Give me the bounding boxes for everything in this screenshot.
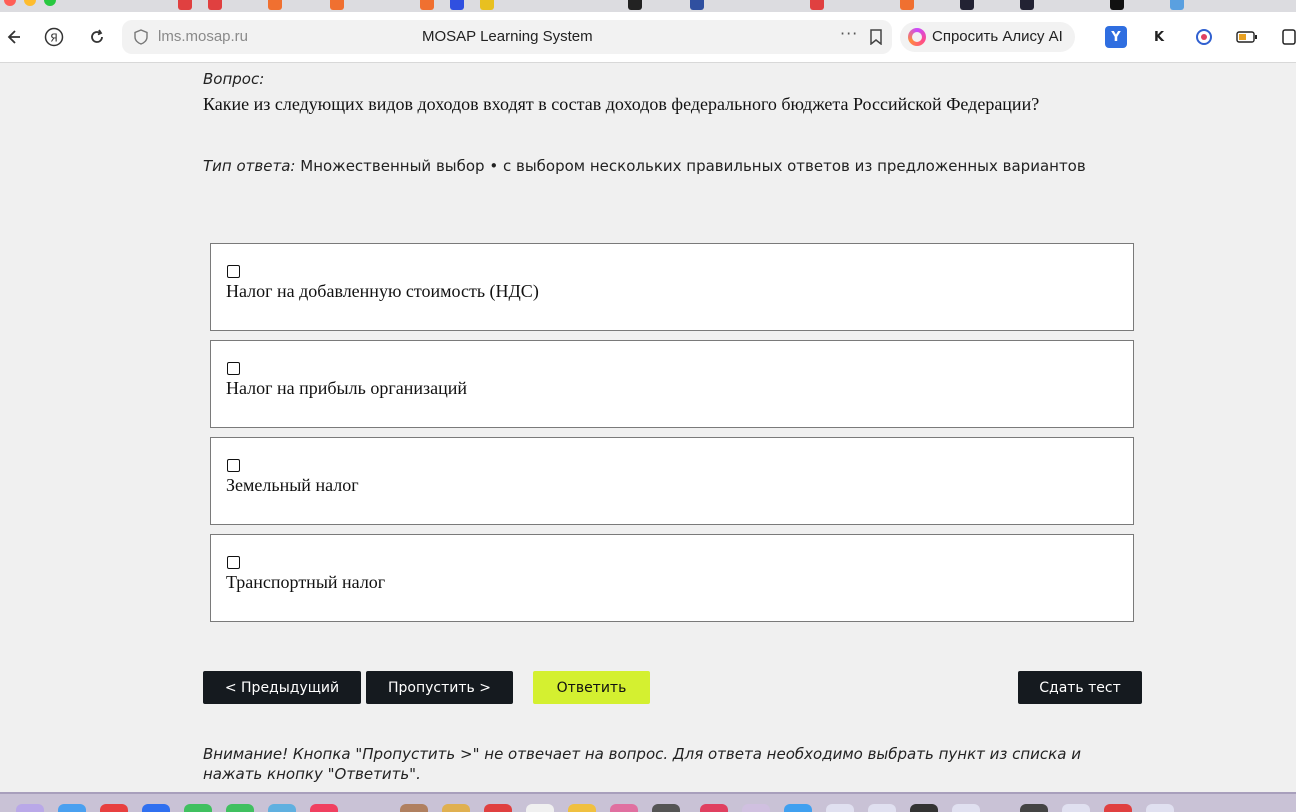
previous-button[interactable]: < Предыдущий [203, 671, 361, 704]
dock-app-icon[interactable] [526, 804, 554, 812]
dock-app-icon[interactable] [610, 804, 638, 812]
more-icon[interactable]: ··· [840, 24, 858, 43]
answer-type-label: Тип ответа: [203, 157, 296, 175]
extension-icon[interactable]: Y [1105, 26, 1127, 48]
alice-label: Спросить Алису AI [932, 28, 1063, 45]
browser-toolbar: Я lms.mosap.ru MOSAP Learning System ···… [0, 12, 1296, 63]
dock-app-icon[interactable] [910, 804, 938, 812]
dock-app-icon[interactable] [700, 804, 728, 812]
answer-button[interactable]: Ответить [533, 671, 650, 704]
answer-option-label: Транспортный налог [226, 572, 386, 592]
tab-favicon-icon[interactable] [178, 0, 192, 10]
tab-favicon-icon[interactable] [900, 0, 914, 10]
close-window-icon[interactable] [4, 0, 16, 6]
page-title: MOSAP Learning System [422, 28, 593, 45]
dock-app-icon[interactable] [400, 804, 428, 812]
question-label: Вопрос: [203, 70, 265, 88]
answer-option-label: Земельный налог [226, 475, 359, 495]
answer-option[interactable]: Налог на добавленную стоимость (НДС) [210, 243, 1134, 331]
svg-text:Я: Я [50, 32, 58, 45]
dock-app-icon[interactable] [1146, 804, 1174, 812]
tab-favicon-icon[interactable] [1110, 0, 1124, 10]
dock-app-icon[interactable] [868, 804, 896, 812]
dock-app-icon[interactable] [484, 804, 512, 812]
checkbox[interactable] [227, 265, 240, 278]
tab-favicon-icon[interactable] [1020, 0, 1034, 10]
question-text: Какие из следующих видов доходов входят … [203, 94, 1040, 114]
answer-option[interactable]: Налог на прибыль организаций [210, 340, 1134, 428]
dock-app-icon[interactable] [826, 804, 854, 812]
submit-test-button[interactable]: Сдать тест [1018, 671, 1142, 704]
minimize-window-icon[interactable] [24, 0, 36, 6]
tab-favicon-icon[interactable] [810, 0, 824, 10]
dock-app-icon[interactable] [100, 804, 128, 812]
tab-favicon-icon[interactable] [960, 0, 974, 10]
tab-favicon-icon[interactable] [330, 0, 344, 10]
dock-app-icon[interactable] [226, 804, 254, 812]
back-arrow-icon[interactable] [0, 24, 26, 50]
answer-option-label: Налог на добавленную стоимость (НДС) [226, 281, 539, 301]
tab-favicon-icon[interactable] [690, 0, 704, 10]
skip-button[interactable]: Пропустить > [366, 671, 513, 704]
dock-app-icon[interactable] [16, 804, 44, 812]
battery-icon[interactable] [1236, 26, 1258, 48]
yandex-logo-icon[interactable]: Я [41, 24, 67, 50]
test-content: Вопрос: Какие из следующих видов доходов… [0, 62, 1296, 792]
checkbox[interactable] [227, 362, 240, 375]
extension-icon[interactable] [1278, 26, 1296, 48]
extension-icon[interactable] [1193, 26, 1215, 48]
answer-option[interactable]: Земельный налог [210, 437, 1134, 525]
tab-favicon-icon[interactable] [208, 0, 222, 10]
answer-option-label: Налог на прибыль организаций [226, 378, 467, 398]
dock-app-icon[interactable] [742, 804, 770, 812]
tab-favicon-icon[interactable] [420, 0, 434, 10]
alice-icon [908, 28, 926, 46]
checkbox[interactable] [227, 459, 240, 472]
dock-app-icon[interactable] [184, 804, 212, 812]
checkbox[interactable] [227, 556, 240, 569]
bookmark-icon[interactable] [870, 29, 882, 45]
skip-warning: Внимание! Кнопка "Пропустить >" не отвеч… [203, 745, 1081, 783]
tab-favicon-icon[interactable] [1170, 0, 1184, 10]
answer-type-value: Множественный выбор • с выбором нескольк… [300, 157, 1086, 175]
tab-favicon-icon[interactable] [450, 0, 464, 10]
dock-app-icon[interactable] [142, 804, 170, 812]
dock-app-icon[interactable] [568, 804, 596, 812]
tab-favicon-icon[interactable] [268, 0, 282, 10]
dock-app-icon[interactable] [652, 804, 680, 812]
browser-tab-strip [0, 0, 1296, 12]
answer-type: Тип ответа: Множественный выбор • с выбо… [203, 157, 1086, 175]
maximize-window-icon[interactable] [44, 0, 56, 6]
extension-icon[interactable]: K [1148, 26, 1170, 48]
address-bar[interactable]: lms.mosap.ru MOSAP Learning System ··· [122, 20, 892, 54]
url-text[interactable]: lms.mosap.ru [158, 28, 248, 45]
reload-icon[interactable] [84, 24, 110, 50]
tab-favicon-icon[interactable] [628, 0, 642, 10]
dock [0, 792, 1296, 812]
dock-app-icon[interactable] [442, 804, 470, 812]
dock-app-icon[interactable] [1020, 804, 1048, 812]
dock-app-icon[interactable] [784, 804, 812, 812]
shield-icon [134, 29, 148, 45]
tab-favicon-icon[interactable] [480, 0, 494, 10]
dock-app-icon[interactable] [1104, 804, 1132, 812]
answer-option[interactable]: Транспортный налог [210, 534, 1134, 622]
dock-app-icon[interactable] [268, 804, 296, 812]
dock-app-icon[interactable] [310, 804, 338, 812]
dock-app-icon[interactable] [952, 804, 980, 812]
dock-app-icon[interactable] [1062, 804, 1090, 812]
dock-app-icon[interactable] [58, 804, 86, 812]
alice-ai-button[interactable]: Спросить Алису AI [900, 22, 1075, 52]
